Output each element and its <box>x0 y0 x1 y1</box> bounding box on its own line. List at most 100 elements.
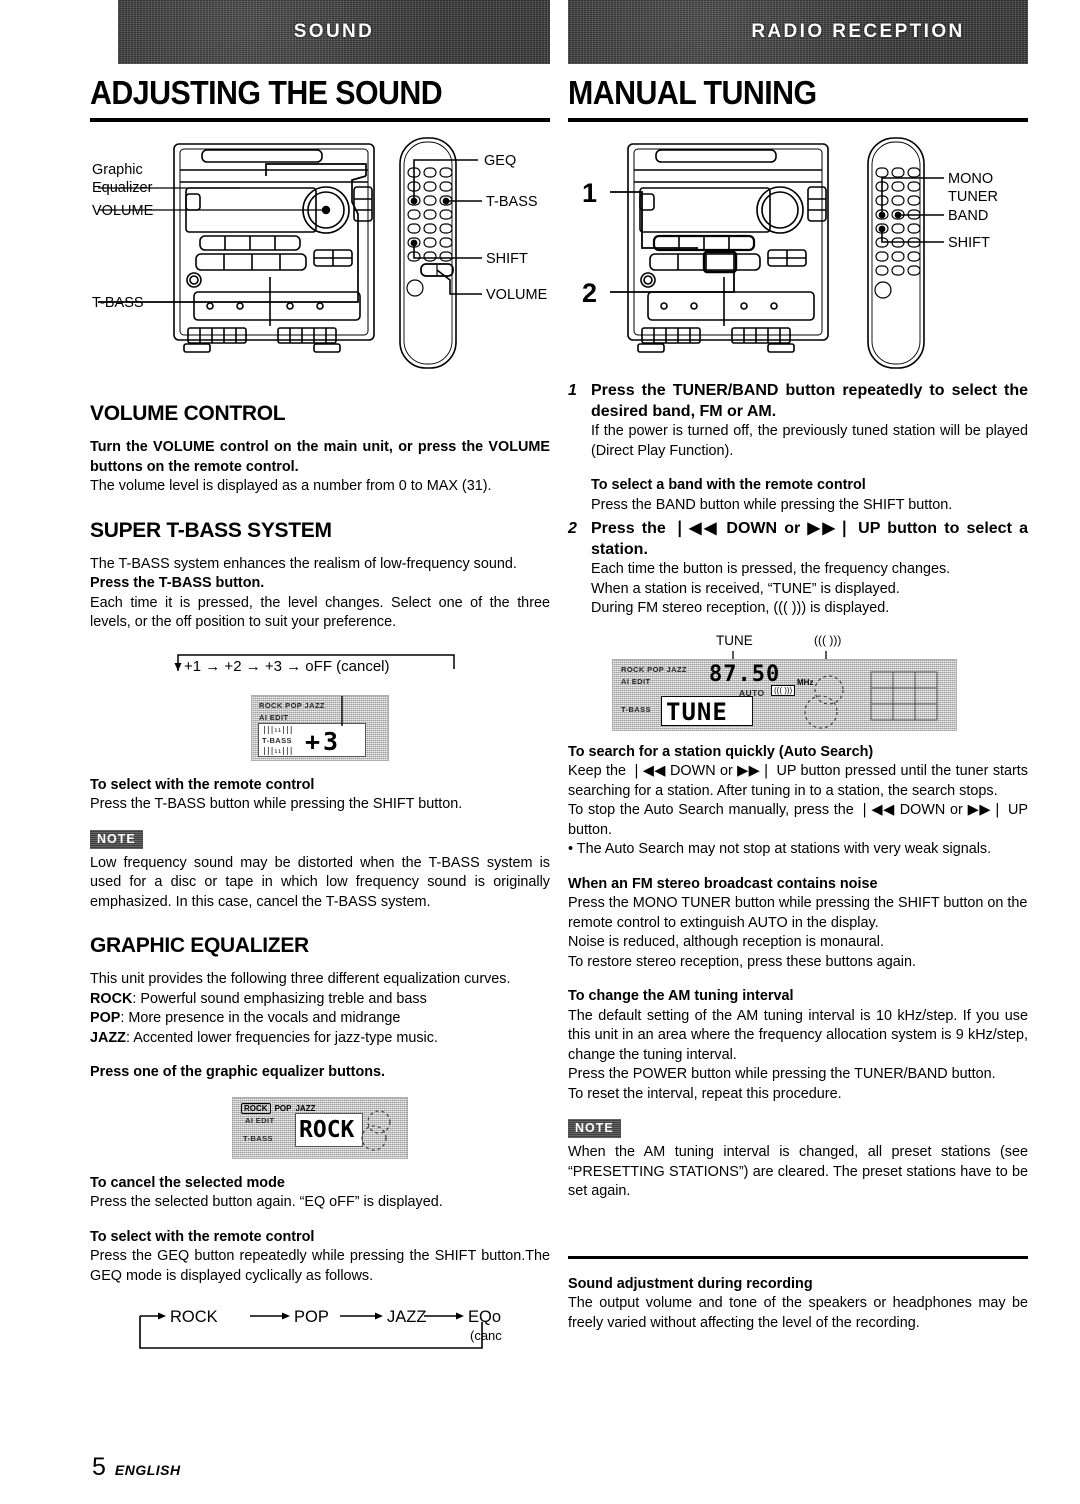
auto-search-body2: To stop the Auto Search manually, press … <box>568 802 1028 838</box>
callout-volume-main: VOLUME <box>92 203 154 219</box>
callout-step-2: 2 <box>582 278 597 308</box>
volume-control-body: The volume level is displayed as a numbe… <box>90 478 492 494</box>
illustration-sound-controls: Graphic Equalizer VOLUME T-BASS GEQ T-BA… <box>90 130 550 380</box>
title-rule-left <box>90 118 550 122</box>
section-banner-sound: SOUND <box>118 0 550 64</box>
am-interval-body2: Press the POWER button while pressing th… <box>568 1066 996 1082</box>
section-banner-label: SOUND <box>293 21 375 42</box>
fm-noise-body2: Noise is reduced, although reception is … <box>568 934 884 950</box>
geq-cycle-step-3: JAZZ <box>387 1308 426 1326</box>
tune-display-wrap: TUNE ((( ))) ROCK POP JAZZ AI EDIT T-BAS… <box>568 633 1028 737</box>
heading-super-tbass: SUPER T-BASS SYSTEM <box>90 518 332 542</box>
volume-control-bold: Turn the VOLUME control on the main unit… <box>90 439 550 475</box>
step-2-body3: During FM stereo reception, ((( ))) is d… <box>591 600 890 616</box>
stereo-pointer-label: ((( ))) <box>814 632 842 647</box>
geq-curve-jazz-desc: Accented lower frequencies for jazz-type… <box>133 1029 438 1046</box>
callout-tbass-main: T-BASS <box>92 295 144 311</box>
left-column: SOUND ADJUSTING THE SOUND Graphic Equali… <box>90 0 550 1360</box>
callout-shift-remote-right: SHIFT <box>948 235 990 251</box>
illustration-tuning-controls: 1 2 MONO TUNER BAND SHIFT <box>568 130 1028 380</box>
illustration-sound-svg: Graphic Equalizer VOLUME T-BASS GEQ T-BA… <box>92 137 548 369</box>
callout-graphic-equalizer-l2: Equalizer <box>92 180 153 196</box>
page-footer: 5 ENGLISH <box>92 1453 181 1482</box>
tbass-display-wrap: ROCK POP JAZZ AI EDIT |||₁₁||| T-BASS ||… <box>90 694 550 761</box>
step-2-block: 2 Press the ❘◀◀ DOWN or ▶▶❘ UP button to… <box>568 518 1028 619</box>
fm-noise-body1: Press the MONO TUNER button while pressi… <box>568 895 1028 931</box>
geq-display-wrap: ROCK POP JAZZ AI EDIT T-BASS ROCK <box>90 1096 550 1159</box>
manual-page: SOUND ADJUSTING THE SOUND Graphic Equali… <box>0 0 1080 1504</box>
tune-pointer-label: TUNE <box>716 632 753 648</box>
step-2-heading: Press the ❘◀◀ DOWN or ▶▶❘ UP button to s… <box>591 520 1028 558</box>
geq-cycle-step-1: ROCK <box>170 1308 218 1326</box>
lcd-tbass-value: +3 <box>305 726 342 756</box>
page-number: 5 <box>92 1453 106 1481</box>
super-tbass-body1: The T-BASS system enhances the realism o… <box>90 555 517 572</box>
geq-lcd-value: ROCK <box>299 1116 355 1143</box>
illustration-tuning-svg: 1 2 MONO TUNER BAND SHIFT <box>582 137 998 369</box>
tbass-remote-body: Press the T-BASS button while pressing t… <box>90 796 463 812</box>
geq-curve-rock-desc: Powerful sound emphasizing treble and ba… <box>140 990 427 1007</box>
lcd-bar-top-icon: |||₁₁||| <box>262 724 294 734</box>
tbass-cycle-label: +1 → +2 → +3 → oFF (cancel) <box>184 657 390 675</box>
step-1-number: 1 <box>568 382 577 399</box>
geq-lcd-tbass-label: T-BASS <box>243 1133 273 1143</box>
step-2-body2: When a station is received, “TUNE” is di… <box>591 580 900 597</box>
fm-noise-body3: To restore stereo reception, press these… <box>568 953 916 970</box>
geq-curve-rock: ROCK: Powerful sound emphasizing treble … <box>90 990 550 1010</box>
auto-search-heading: To search for a station quickly (Auto Se… <box>568 743 874 760</box>
callout-geq-remote: GEQ <box>484 153 516 169</box>
geq-cancel-heading: To cancel the selected mode <box>90 1174 285 1191</box>
geq-curve-pop: POP: More presence in the vocals and mid… <box>90 1009 550 1029</box>
tune-lcd-tbass-label: T-BASS <box>621 704 651 714</box>
geq-curve-pop-name: POP <box>90 1010 121 1026</box>
callout-mono-l1: MONO <box>948 171 993 187</box>
geq-remote-heading: To select with the remote control <box>90 1228 315 1245</box>
tune-lcd-display: ROCK POP JAZZ AI EDIT T-BASS 87.50 MHz A… <box>612 658 957 731</box>
geq-lcd-aiedit-label: AI EDIT <box>245 1115 275 1125</box>
note-badge-tbass: NOTE <box>90 829 143 849</box>
step-2-number: 2 <box>568 520 577 537</box>
geq-remote-body: Press the GEQ button repeatedly while pr… <box>90 1248 550 1284</box>
section-banner-radio: RADIO RECEPTION <box>568 0 1028 64</box>
geq-curve-jazz: JAZZ: Accented lower frequencies for jaz… <box>90 1029 550 1049</box>
tbass-cycle-diagram: +1 → +2 → +3 → oFF (cancel) <box>170 649 470 683</box>
geq-lcd-pop-label: POP <box>274 1103 292 1113</box>
step-1-body: If the power is turned off, the previous… <box>591 423 1028 459</box>
tbass-lcd-display: ROCK POP JAZZ AI EDIT |||₁₁||| T-BASS ||… <box>251 694 389 761</box>
callout-tbass-remote: T-BASS <box>486 194 538 210</box>
step-1-sub-body: Press the BAND button while pressing the… <box>591 496 953 513</box>
lcd-modes-label: ROCK POP JAZZ <box>259 700 325 710</box>
callout-graphic-equalizer-l1: Graphic <box>92 162 143 178</box>
section-banner-radio-label: RADIO RECEPTION <box>751 21 965 42</box>
section-divider-recording <box>568 1255 1028 1259</box>
step-1-sub-heading: To select a band with the remote control <box>591 477 866 493</box>
geq-cycle-diagram: ROCK POP JAZZ EQoFF (cancel) <box>132 1302 502 1360</box>
geq-lcd-display: ROCK POP JAZZ AI EDIT T-BASS ROCK <box>232 1096 408 1159</box>
step-1-block: 1 Press the TUNER/BAND button repeatedly… <box>568 380 1028 461</box>
note-badge-am: NOTE <box>568 1119 621 1138</box>
geq-curve-pop-desc: More presence in the vocals and midrange <box>128 1010 401 1026</box>
auto-search-body1: Keep the ❘◀◀ DOWN or ▶▶❘ UP button press… <box>568 763 1028 799</box>
callout-step-1: 1 <box>582 178 597 208</box>
heading-graphic-equalizer: GRAPHIC EQUALIZER <box>90 934 309 957</box>
tbass-note-body: Low frequency sound may be distorted whe… <box>90 854 550 910</box>
page-title-left: ADJUSTING THE SOUND <box>90 74 443 111</box>
tune-lcd-frequency: 87.50 <box>709 661 781 687</box>
tune-lcd-text: TUNE <box>666 697 728 726</box>
geq-lcd-rock-label: ROCK <box>241 1102 271 1114</box>
lcd-bar-bottom-icon: |||₁₁||| <box>262 745 294 755</box>
auto-search-bullet: • The Auto Search may not stop at statio… <box>568 841 992 857</box>
am-interval-heading: To change the AM tuning interval <box>568 988 794 1004</box>
page-language-label: ENGLISH <box>114 1462 181 1478</box>
lcd-aiedit-label: AI EDIT <box>259 712 289 722</box>
geq-cycle-step-2: POP <box>294 1308 329 1326</box>
geq-cycle-step-4: EQoFF <box>468 1308 502 1326</box>
title-rule-right <box>568 118 1028 122</box>
geq-lcd-jazz-label: JAZZ <box>295 1103 316 1113</box>
tune-lcd-stereo-icon: ((( ))) <box>771 684 796 696</box>
geq-cancel-body: Press the selected button again. “EQ oFF… <box>90 1194 443 1210</box>
fm-noise-heading: When an FM stereo broadcast contains noi… <box>568 875 878 892</box>
step-1-heading: Press the TUNER/BAND button repeatedly t… <box>591 382 1028 420</box>
page-title-right: MANUAL TUNING <box>568 74 817 111</box>
callout-mono-l2: TUNER <box>948 189 998 205</box>
